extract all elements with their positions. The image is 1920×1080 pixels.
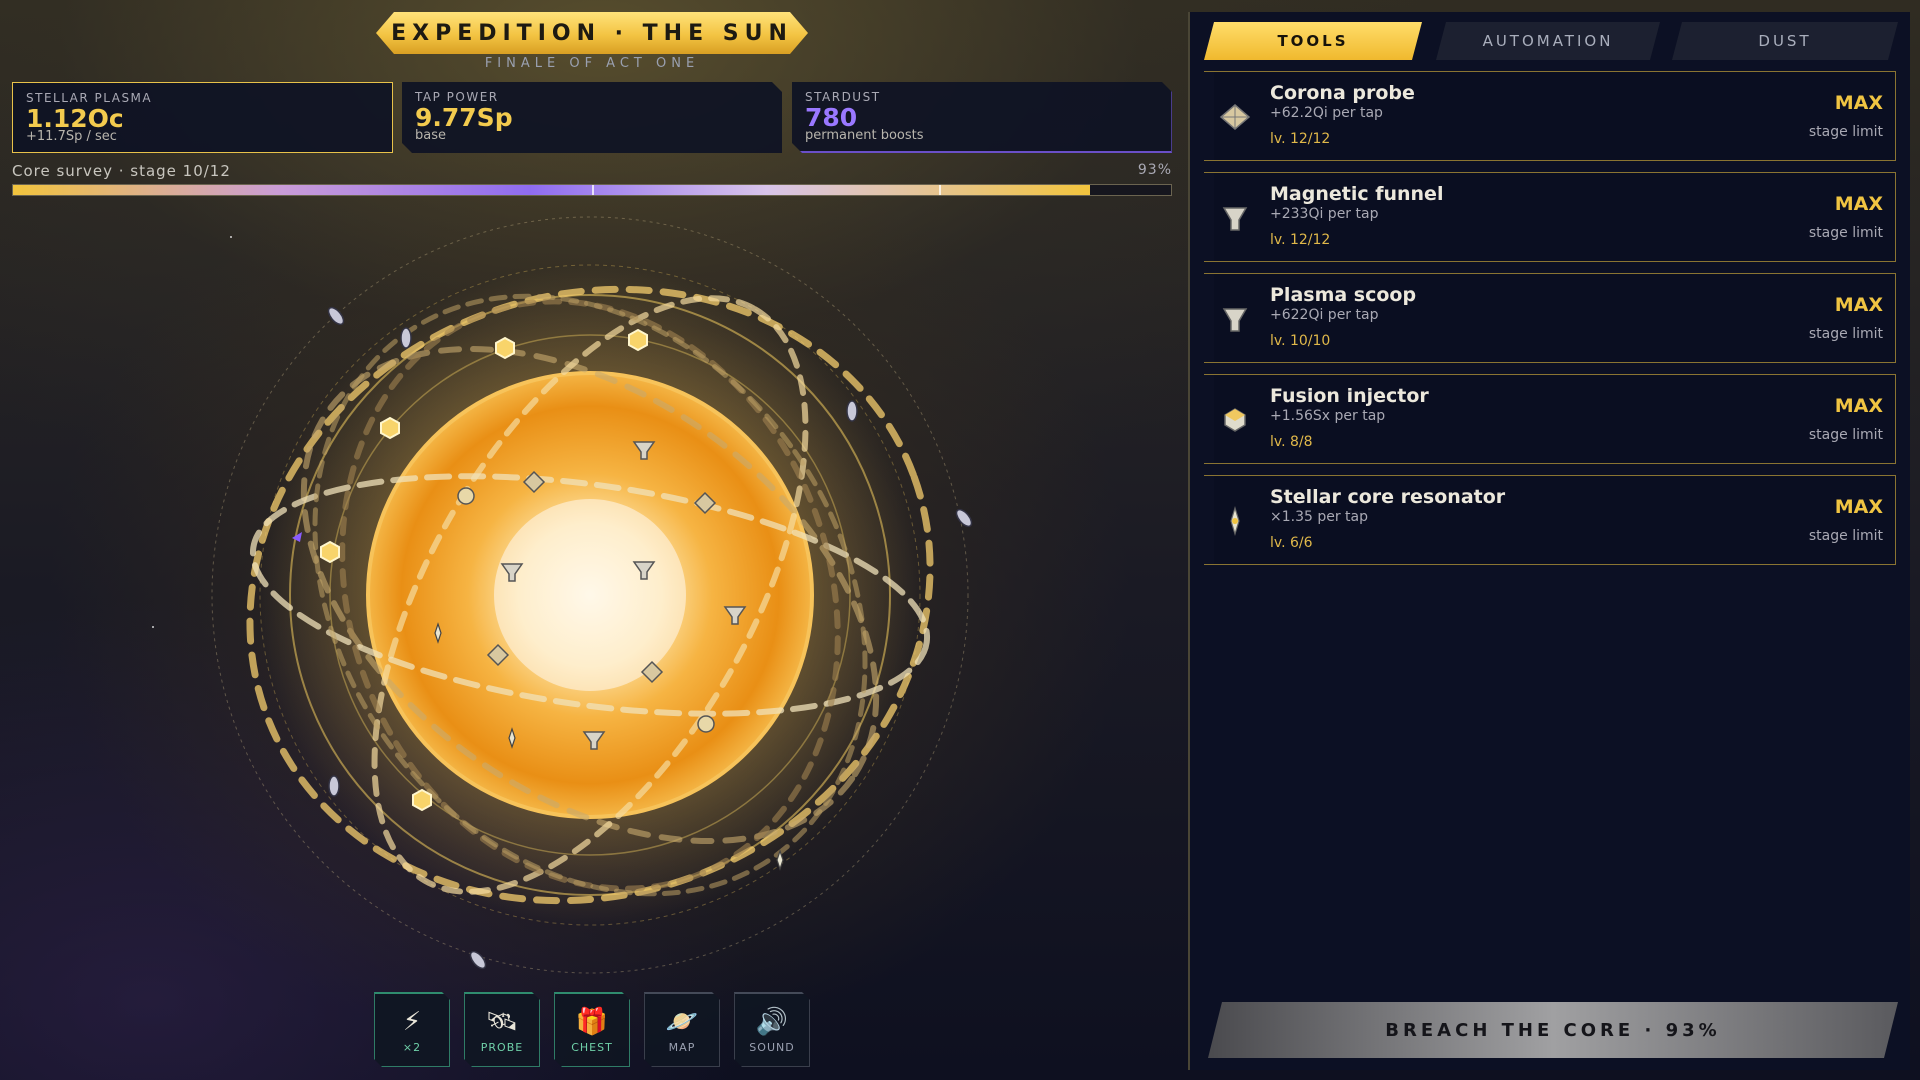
tab-dust[interactable]: DUST [1672,22,1898,60]
scoop-icon [457,487,475,505]
sound-button[interactable]: 🔊 SOUND [734,992,810,1067]
tool-limit-text: stage limit [1808,326,1883,342]
hexagon-icon [495,336,515,360]
stat-sub: base [415,128,446,143]
probe-icon [328,775,340,797]
tool-name: Plasma scoop [1270,284,1417,306]
title-banner: EXPEDITION · THE SUN [376,12,808,54]
button-label: ×2 [402,1040,422,1054]
sun-center [494,499,686,691]
tool-limit-text: stage limit [1808,124,1883,140]
tool-max-badge: MAX [1834,294,1883,316]
scoop-icon [697,715,715,733]
tool-limit-text: stage limit [1808,427,1883,443]
lightning-icon: ⚡ [402,1006,422,1037]
scoop-icon [1218,302,1252,336]
page-title: EXPEDITION · THE SUN [391,20,793,46]
tool-card-magnetic-funnel[interactable]: Magnetic funnel +233Qi per tap lv. 12/12… [1204,172,1896,262]
core-survey-label: Core survey · stage 10/12 [12,162,231,180]
map-button[interactable]: 🪐 MAP [644,992,720,1067]
stat-sub: permanent boosts [805,128,924,143]
probe-icon [955,508,973,528]
upgrade-panel: TOOLS AUTOMATION DUST Corona probe +62.2… [1188,12,1910,1070]
tool-level: lv. 12/12 [1270,232,1331,248]
hexagon-icon [412,788,432,812]
tool-name: Fusion injector [1270,385,1429,407]
speaker-icon: 🔊 [755,1006,789,1037]
tool-name: Magnetic funnel [1270,183,1444,205]
tool-rate: +622Qi per tap [1270,307,1379,323]
probe-icon [327,306,345,326]
stardust-card: STARDUST 780 permanent boosts [792,82,1172,153]
button-label: PROBE [480,1040,524,1054]
tool-level: lv. 8/8 [1270,434,1313,450]
tool-level: lv. 6/6 [1270,535,1313,551]
boost-x2-button[interactable]: ⚡ ×2 [374,992,450,1067]
sun-svg[interactable] [200,200,980,980]
tool-max-badge: MAX [1834,193,1883,215]
star [152,626,154,628]
resonator-icon [1218,504,1252,538]
progress-fill [13,185,1090,195]
button-label: SOUND [749,1040,795,1054]
stat-label: STARDUST [805,90,881,104]
hexagon-icon [628,328,648,352]
tab-tools[interactable]: TOOLS [1204,22,1422,60]
tool-level: lv. 10/10 [1270,333,1331,349]
tool-card-stellar-core-resonator[interactable]: Stellar core resonator ×1.35 per tap lv.… [1204,475,1896,565]
satellite-icon: 🛰 [485,1006,519,1037]
stellar-plasma-card: STELLAR PLASMA 1.12Oc +11.7Sp / sec [12,82,393,153]
hexagon-icon [320,540,340,564]
probe-icon [469,950,487,970]
page-subtitle: FINALE OF ACT ONE [484,56,700,71]
tool-name: Stellar core resonator [1270,486,1506,508]
tool-card-plasma-scoop[interactable]: Plasma scoop +622Qi per tap lv. 10/10 MA… [1204,273,1896,363]
tool-name: Corona probe [1270,82,1415,104]
progress-milestone [592,185,594,195]
tab-automation[interactable]: AUTOMATION [1436,22,1660,60]
tool-card-fusion-injector[interactable]: Fusion injector +1.56Sx per tap lv. 8/8 … [1204,374,1896,464]
tool-max-badge: MAX [1834,496,1883,518]
tool-limit-text: stage limit [1808,225,1883,241]
hexagon-icon [380,416,400,440]
button-label: CHEST [571,1040,613,1054]
funnel-icon [1218,201,1252,235]
tool-rate: +1.56Sx per tap [1270,408,1386,424]
progress-milestone [939,185,942,195]
bottom-action-bar: ⚡ ×2 🛰 PROBE 🎁 CHEST 🪐 MAP 🔊 SOUND [374,992,810,1067]
core-survey-progress-bar [12,184,1172,196]
hexagon-icon [1218,403,1252,437]
breach-core-button[interactable]: BREACH THE CORE · 93% [1208,1002,1898,1058]
planet-icon: 🪐 [665,1006,699,1037]
stat-sub: +11.7Sp / sec [26,129,117,144]
tool-max-badge: MAX [1834,92,1883,114]
tool-rate: +233Qi per tap [1270,206,1379,222]
stat-label: STELLAR PLASMA [26,91,153,105]
gift-icon: 🎁 [575,1006,609,1037]
tool-rate: +62.2Qi per tap [1270,105,1383,121]
kite-icon [1218,100,1252,134]
tool-limit-text: stage limit [1808,528,1883,544]
probe-icon [846,400,858,422]
chest-button[interactable]: 🎁 CHEST [554,992,630,1067]
sun-play-area[interactable] [200,200,980,980]
tool-rate: ×1.35 per tap [1270,509,1369,525]
stat-label: TAP POWER [415,90,499,104]
tool-card-corona-probe[interactable]: Corona probe +62.2Qi per tap lv. 12/12 M… [1204,71,1896,161]
probe-button[interactable]: 🛰 PROBE [464,992,540,1067]
tool-level: lv. 12/12 [1270,131,1331,147]
button-label: MAP [668,1040,696,1054]
tool-max-badge: MAX [1834,395,1883,417]
tap-power-card: TAP POWER 9.77Sp base [402,82,782,153]
probe-icon [400,327,412,349]
core-survey-percent: 93% [1137,162,1172,178]
